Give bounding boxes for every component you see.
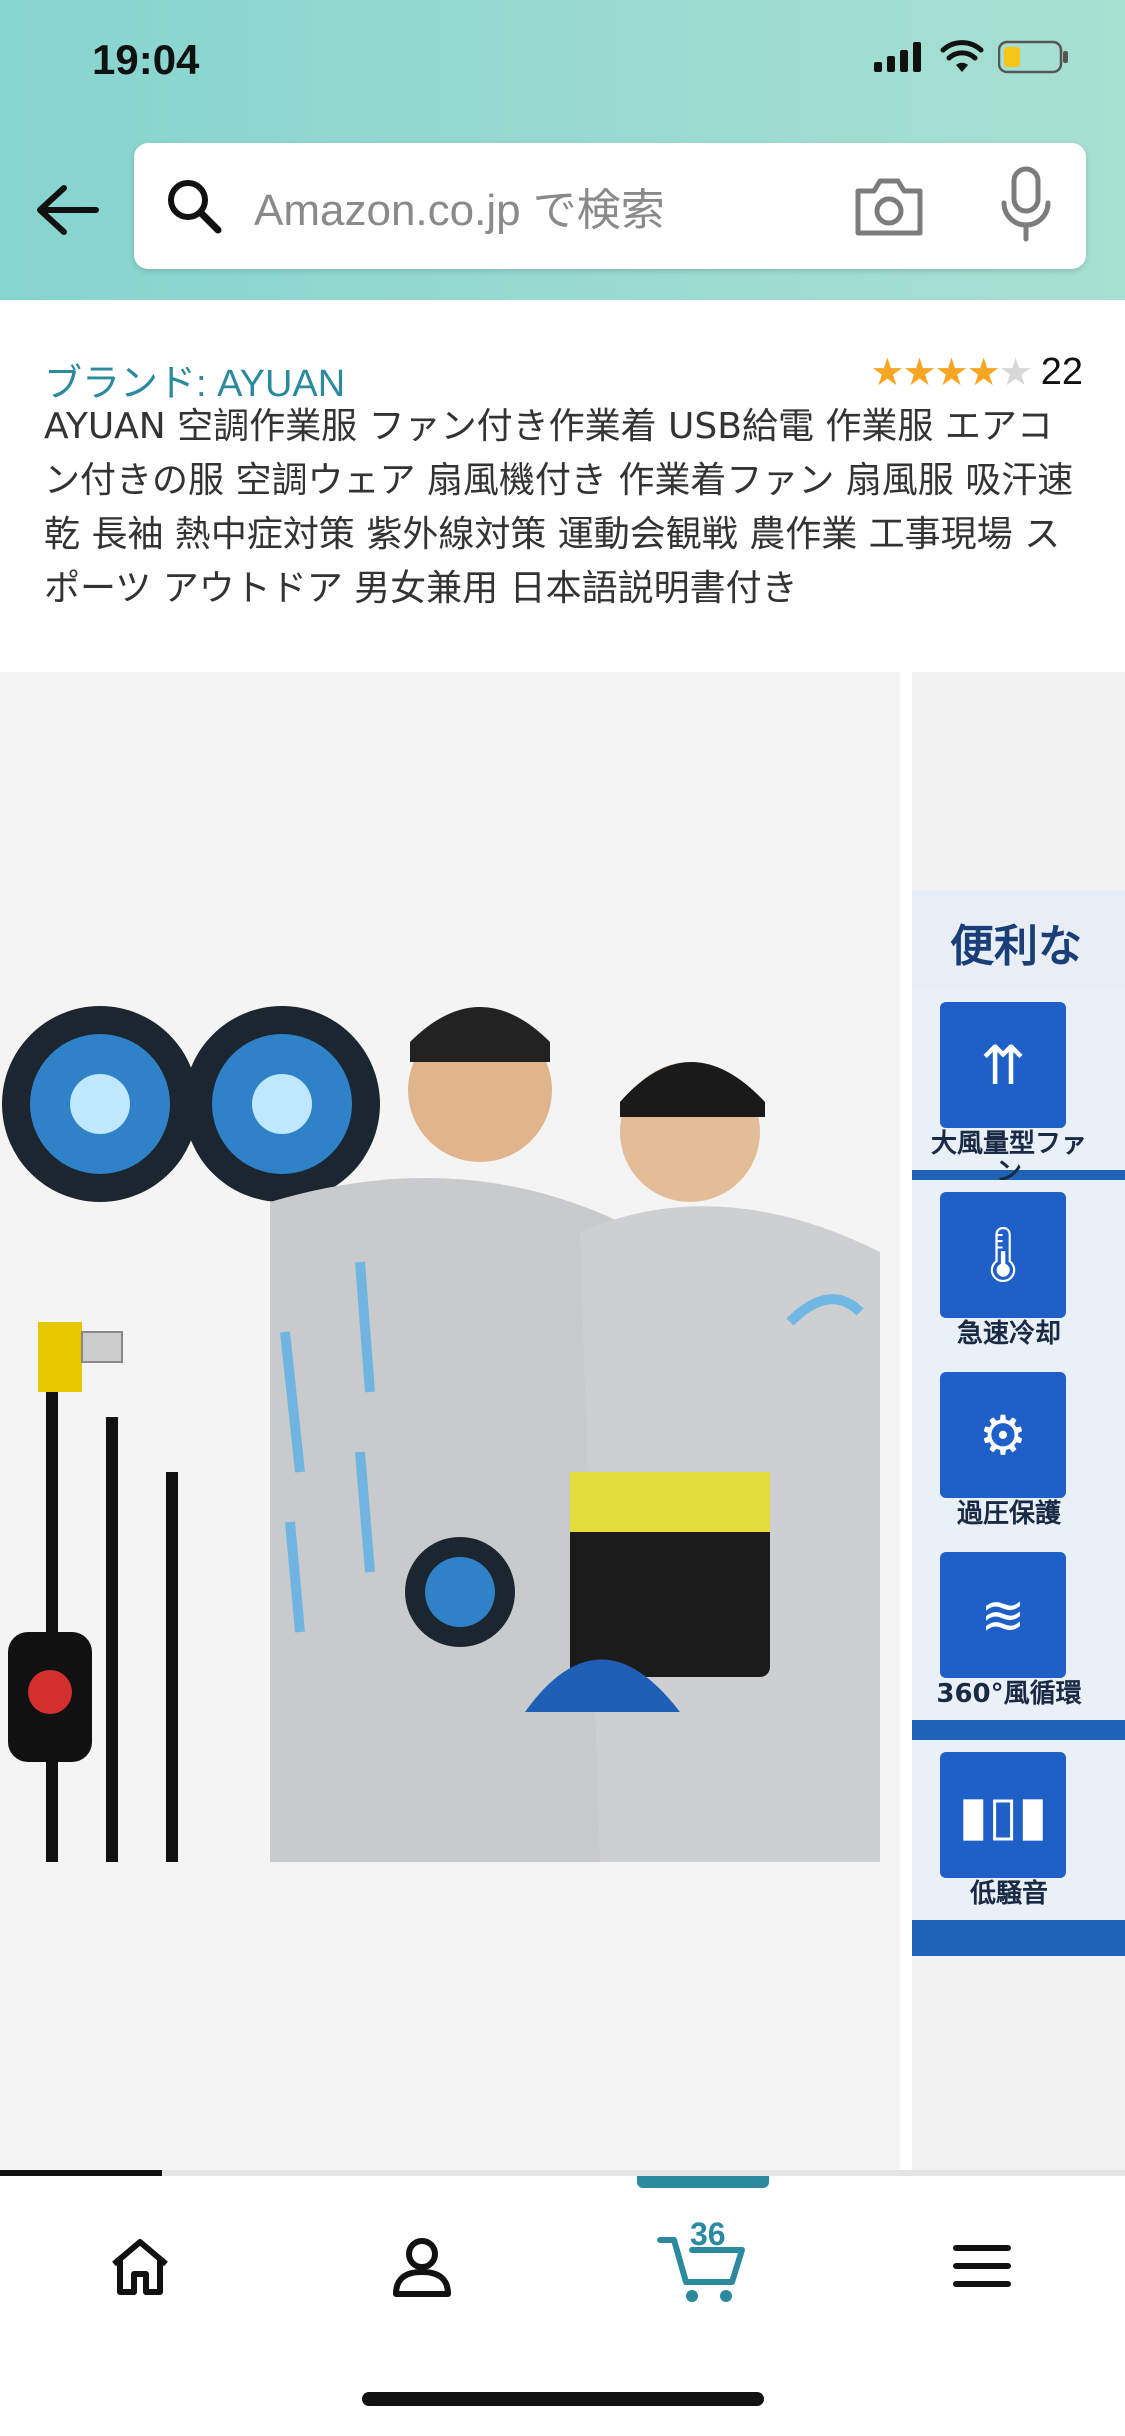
signal-icon: [874, 42, 921, 72]
image-gallery[interactable]: 便利な ⇈ 大風量型ファン 🌡 急速冷却 ⚙ 過圧保護 ≋ 360°風循環 ▮▯…: [0, 672, 1125, 2172]
brand-link[interactable]: ブランド: AYUAN: [44, 352, 345, 407]
feature-label: 過圧保護: [956, 1499, 1061, 1529]
feature-label: 低騒音: [969, 1879, 1048, 1909]
product-title: AYUAN 空調作業服 ファン付き作業着 USB給電 作業服 エアコン付きの服 …: [44, 406, 1074, 609]
microphone-icon[interactable]: [996, 165, 1056, 243]
rating[interactable]: ★★★★★ 22: [870, 350, 1083, 394]
feature-item: ⚙ 過圧保護: [912, 1360, 1125, 1540]
app-header: 19:04 Amazon.co.jp で検索: [0, 0, 1125, 300]
gear-icon: ⚙: [940, 1372, 1066, 1498]
airflow-icon: ⇈: [940, 1002, 1066, 1128]
menu-icon: [953, 2245, 1011, 2287]
search-bar[interactable]: Amazon.co.jp で検索: [134, 143, 1086, 269]
home-icon: [112, 2239, 168, 2295]
search-input[interactable]: Amazon.co.jp で検索: [254, 174, 665, 238]
feature-item: ▮▯▮ 低騒音: [912, 1740, 1125, 1920]
search-icon: [168, 180, 222, 234]
rating-count: 22: [1040, 350, 1083, 393]
cart-count-badge: 36: [690, 2216, 726, 2252]
main-product-image[interactable]: [0, 672, 900, 2172]
battery-icon: [998, 40, 1068, 74]
soundwave-icon: ▮▯▮: [940, 1752, 1066, 1878]
feature-label: 大風量型ファン: [930, 1129, 1087, 1187]
feature-item: ≋ 360°風循環: [912, 1540, 1125, 1720]
active-tab-indicator: [637, 2176, 769, 2188]
feature-item: ⇈ 大風量型ファン: [912, 990, 1125, 1186]
feature-item: 🌡 急速冷却: [912, 1180, 1125, 1360]
tab-account[interactable]: [372, 2216, 472, 2316]
wifi-icon: [940, 40, 984, 72]
camera-icon[interactable]: [852, 173, 926, 239]
feature-label: 360°風循環: [936, 1679, 1082, 1709]
feature-image[interactable]: 便利な ⇈ 大風量型ファン 🌡 急速冷却 ⚙ 過圧保護 ≋ 360°風循環 ▮▯…: [912, 890, 1125, 1956]
status-icons: [874, 40, 1070, 74]
account-icon: [393, 2238, 451, 2297]
feature-label: 急速冷却: [956, 1319, 1061, 1349]
tab-menu[interactable]: [932, 2216, 1032, 2316]
image-divider: [900, 672, 912, 2172]
back-arrow-icon[interactable]: [32, 180, 102, 240]
status-time: 19:04: [92, 36, 200, 83]
tab-home[interactable]: [90, 2216, 190, 2316]
feature-heading: 便利な: [912, 890, 1125, 990]
thermometer-icon: 🌡: [940, 1192, 1066, 1318]
wind-icon: ≋: [940, 1552, 1066, 1678]
workwear-photo: [0, 672, 900, 2172]
home-indicator: [362, 2392, 764, 2406]
star-rating-icon: ★★★★★: [870, 350, 1032, 394]
